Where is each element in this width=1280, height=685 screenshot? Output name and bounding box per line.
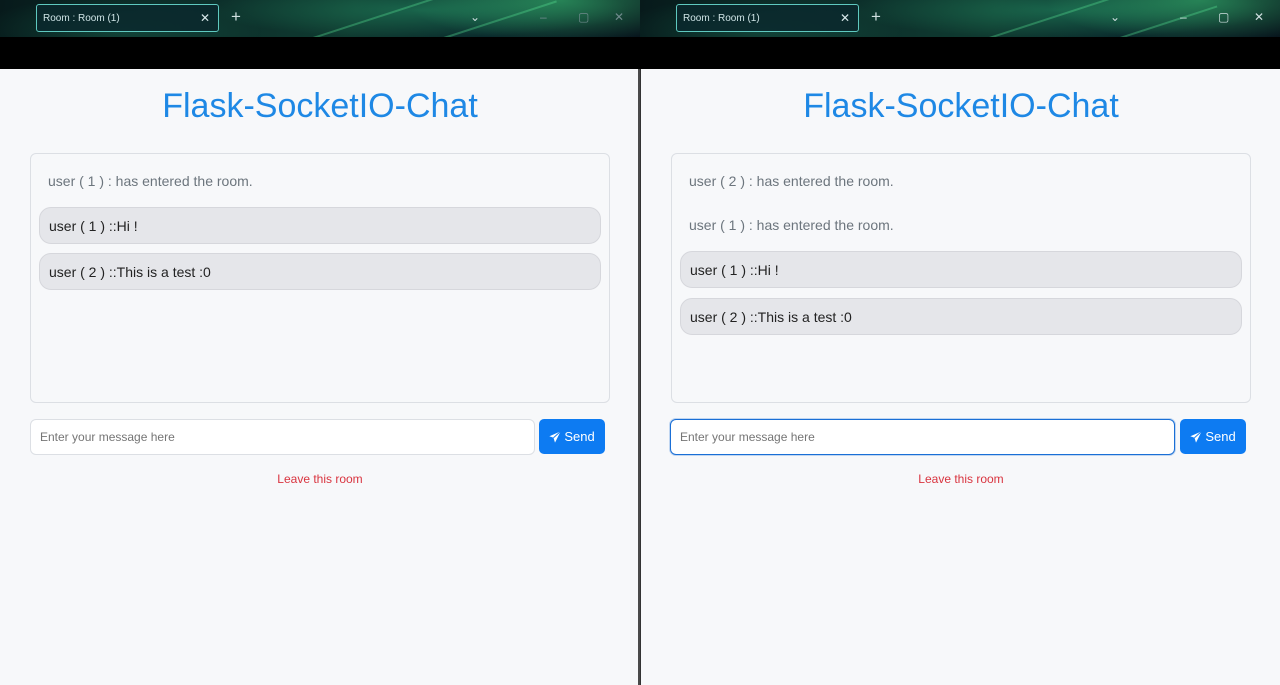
- toolbar: [640, 37, 1280, 69]
- tab-title: Room : Room (1): [43, 13, 120, 24]
- send-label: Send: [564, 429, 595, 444]
- chat-page: Flask-SocketIO-Chat user ( 1 ) : has ent…: [0, 69, 640, 685]
- chat-message: user ( 2 ) ::This is a test :0: [39, 253, 601, 290]
- browser-window-right: Room : Room (1) ✕ + ⌄ – ▢ ✕ Flask-Socket…: [640, 0, 1280, 685]
- toolbar: [8, 37, 640, 69]
- page-title: Flask-SocketIO-Chat: [803, 87, 1119, 125]
- tab-title: Room : Room (1): [683, 13, 760, 24]
- chevron-down-icon[interactable]: ⌄: [470, 10, 480, 24]
- browser-tab[interactable]: Room : Room (1) ✕: [36, 4, 219, 32]
- send-button[interactable]: Send: [1180, 419, 1246, 454]
- chevron-down-icon[interactable]: ⌄: [1110, 10, 1120, 24]
- new-tab-button[interactable]: +: [231, 8, 241, 26]
- maximize-icon[interactable]: ▢: [1218, 10, 1229, 24]
- paper-plane-icon: [549, 431, 562, 443]
- title-bar: Room : Room (1) ✕ + ⌄ – ▢ ✕: [0, 0, 640, 46]
- chat-message: user ( 1 ) ::Hi !: [39, 207, 601, 244]
- system-message: user ( 1 ) : has entered the room.: [689, 217, 894, 233]
- message-input[interactable]: [30, 419, 535, 455]
- leave-room-link[interactable]: Leave this room: [0, 472, 640, 486]
- minimize-icon[interactable]: –: [1180, 10, 1187, 24]
- window-close-icon[interactable]: ✕: [614, 10, 624, 24]
- send-label: Send: [1205, 429, 1236, 444]
- chat-page: Flask-SocketIO-Chat user ( 2 ) : has ent…: [640, 69, 1280, 685]
- title-bar: Room : Room (1) ✕ + ⌄ – ▢ ✕: [640, 0, 1280, 47]
- maximize-icon[interactable]: ▢: [578, 10, 589, 24]
- chat-messages: user ( 2 ) : has entered the room. user …: [671, 153, 1251, 403]
- message-input[interactable]: [670, 419, 1175, 455]
- paper-plane-icon: [1190, 431, 1203, 443]
- window-close-icon[interactable]: ✕: [1254, 10, 1264, 24]
- send-button[interactable]: Send: [539, 419, 605, 454]
- page-title: Flask-SocketIO-Chat: [162, 87, 478, 125]
- close-icon[interactable]: ✕: [840, 11, 850, 25]
- chat-message: user ( 1 ) ::Hi !: [680, 251, 1242, 288]
- new-tab-button[interactable]: +: [871, 8, 881, 26]
- chat-messages: user ( 1 ) : has entered the room. user …: [30, 153, 610, 403]
- system-message: user ( 1 ) : has entered the room.: [48, 173, 253, 189]
- close-icon[interactable]: ✕: [200, 11, 210, 25]
- minimize-icon[interactable]: –: [540, 10, 547, 24]
- system-message: user ( 2 ) : has entered the room.: [689, 173, 894, 189]
- browser-tab[interactable]: Room : Room (1) ✕: [676, 4, 859, 32]
- leave-room-link[interactable]: Leave this room: [641, 472, 1280, 486]
- browser-window-left: Room : Room (1) ✕ + ⌄ – ▢ ✕ Flask-Socket…: [0, 0, 640, 685]
- chat-message: user ( 2 ) ::This is a test :0: [680, 298, 1242, 335]
